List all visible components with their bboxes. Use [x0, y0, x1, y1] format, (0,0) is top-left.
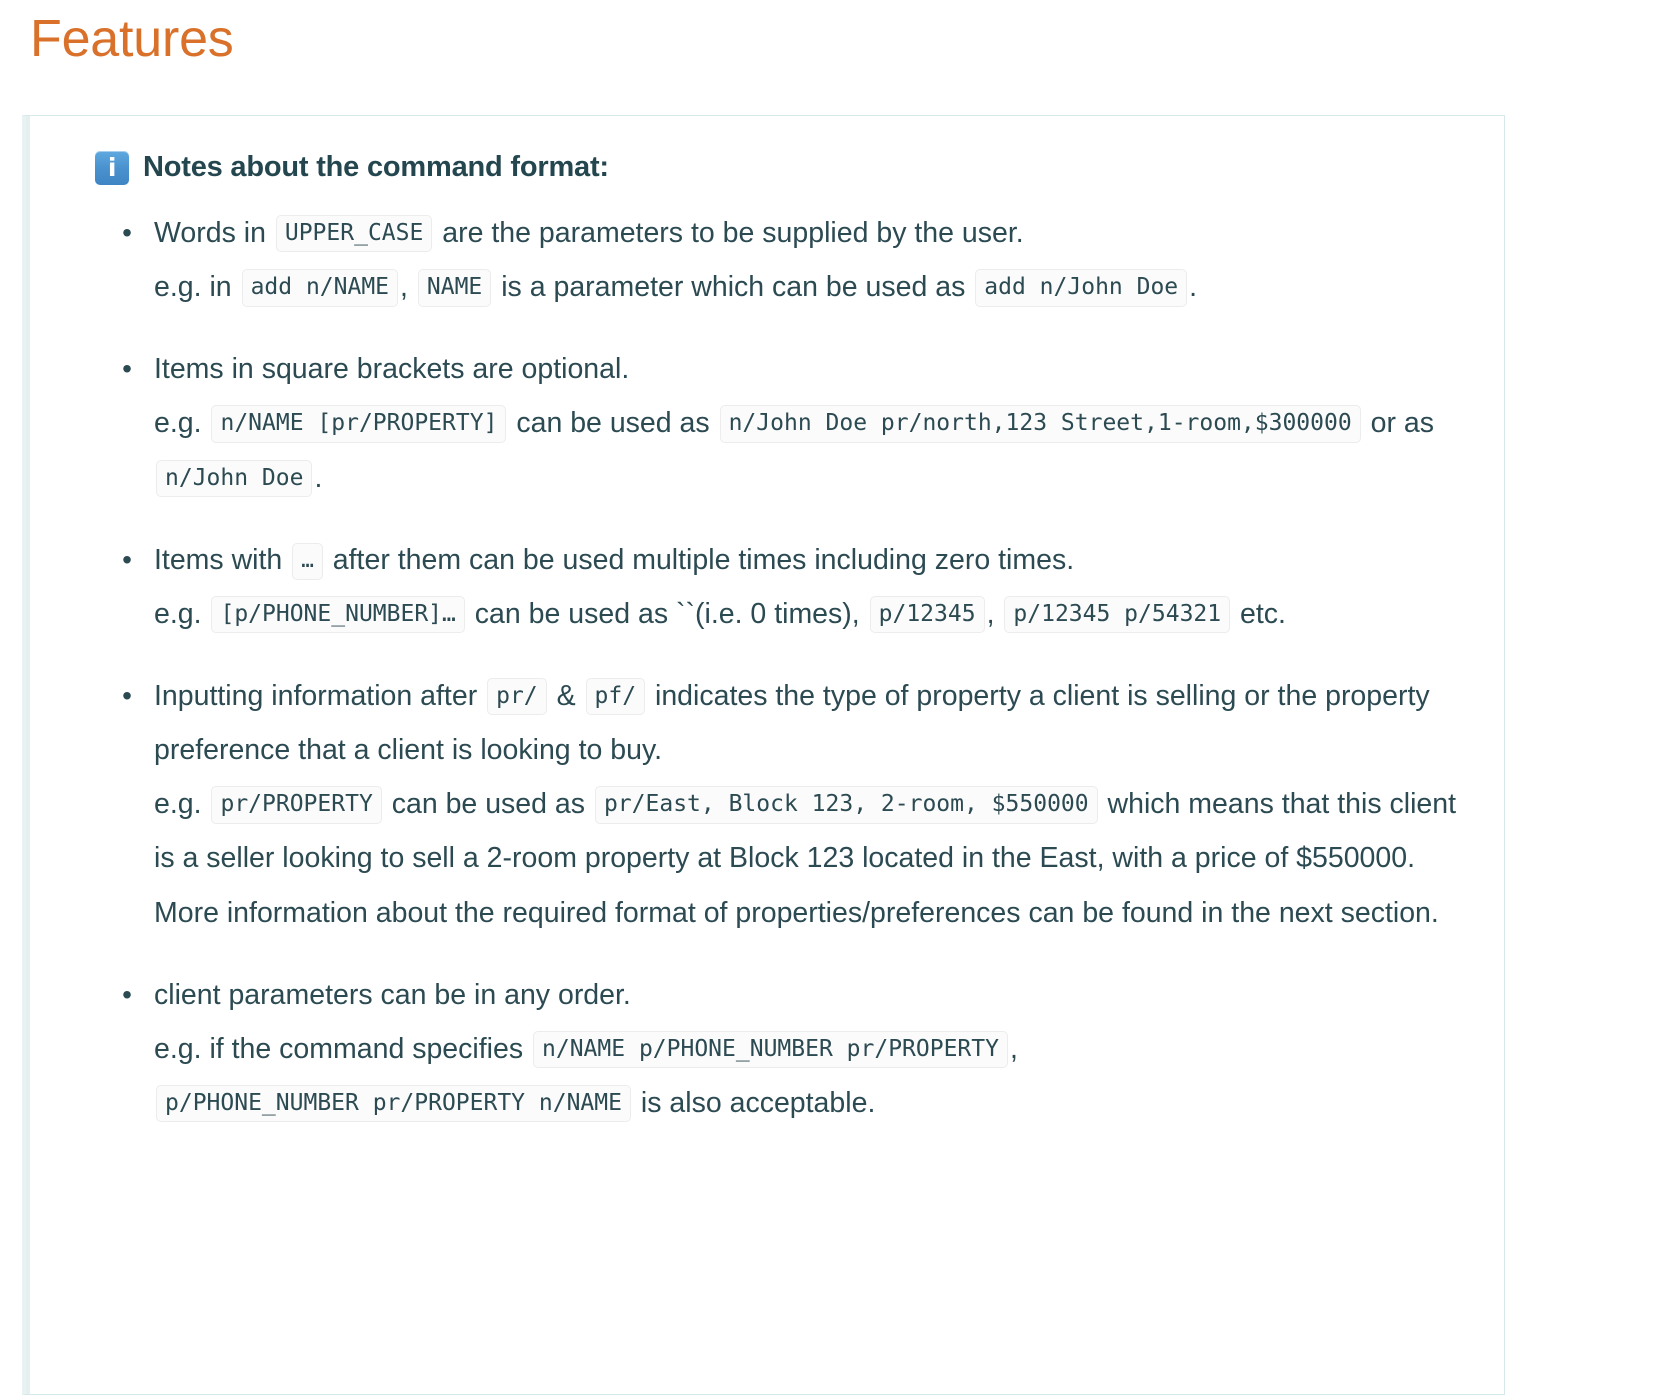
note-text: e.g.: [154, 597, 210, 630]
code-token: add n/John Doe: [975, 269, 1188, 307]
note-text: e.g. in: [154, 271, 240, 304]
note-text: after them can be used multiple times in…: [324, 543, 1075, 576]
note-text: e.g.: [154, 788, 210, 821]
bullet-marker-icon: •: [122, 353, 132, 385]
note-text: More information about the required form…: [154, 896, 1439, 929]
bullet-marker-icon: •: [122, 217, 132, 248]
bullet-marker-icon: •: [122, 978, 132, 1010]
page-title: Features: [30, 10, 234, 68]
code-token: NAME: [417, 269, 492, 307]
info-icon-glyph: i: [107, 152, 117, 182]
callout-heading: i Notes about the command format:: [95, 150, 1464, 185]
note-text: is a parameter which can be used as: [493, 271, 974, 304]
code-token: UPPER_CASE: [275, 215, 433, 253]
code-token: [p/PHONE_NUMBER]…: [211, 595, 465, 634]
code-token: p/12345 p/54321: [1004, 595, 1231, 634]
note-line: e.g. pr/PROPERTY can be used as pr/East,…: [154, 777, 1464, 885]
note-text: Words in: [154, 217, 274, 249]
note-line: e.g. in add n/NAME, NAME is a parameter …: [154, 260, 1464, 314]
note-text: ,: [400, 271, 416, 304]
callout-heading-text: Notes about the command format:: [143, 150, 609, 183]
note-text: ,: [1009, 1032, 1018, 1065]
note-line: More information about the required form…: [154, 886, 1464, 940]
note-line: Items in square brackets are optional.: [154, 342, 1464, 396]
code-token: n/John Doe: [156, 459, 313, 497]
note-item-multiple-times: • Items with … after them can be used mul…: [112, 533, 1464, 641]
note-item-upper-case: • Words in UPPER_CASE are the parameters …: [112, 206, 1464, 314]
code-token: pr/: [487, 677, 547, 716]
note-line: Inputting information after pr/ & pf/ in…: [154, 669, 1464, 777]
note-text: client parameters can be in any order.: [154, 978, 631, 1011]
note-item-any-order: • client parameters can be in any order. e…: [112, 968, 1464, 1130]
note-text: Inputting information after: [154, 679, 486, 712]
note-line: client parameters can be in any order.: [154, 968, 1464, 1022]
note-text: .: [1189, 271, 1198, 304]
note-line: e.g. if the command specifies n/NAME p/P…: [154, 1022, 1464, 1130]
note-text: e.g. if the command specifies: [154, 1032, 532, 1065]
code-token: n/NAME [pr/PROPERTY]: [211, 405, 507, 443]
notes-callout: i Notes about the command format: • Words…: [22, 115, 1505, 1395]
code-token: p/PHONE_NUMBER pr/PROPERTY n/NAME: [156, 1084, 631, 1123]
note-text: are the parameters to be supplied by the…: [434, 217, 1024, 249]
note-item-property-prefixes: • Inputting information after pr/ & pf/ i…: [112, 669, 1464, 940]
note-text: can be used as: [383, 788, 593, 821]
note-text: can be used as ``(i.e. 0 times),: [466, 597, 868, 630]
note-line: Items with … after them can be used mult…: [154, 533, 1464, 587]
note-text: etc.: [1232, 597, 1286, 630]
note-item-optional-brackets: • Items in square brackets are optional. e…: [112, 342, 1464, 504]
note-text: or as: [1362, 407, 1434, 440]
note-line: Words in UPPER_CASE are the parameters t…: [154, 206, 1464, 260]
code-token: p/12345: [869, 595, 985, 634]
note-line: e.g. [p/PHONE_NUMBER]… can be used as ``…: [154, 587, 1464, 641]
info-icon: i: [95, 151, 129, 185]
note-text: ,: [986, 597, 1003, 630]
code-token: pr/East, Block 123, 2-room, $550000: [594, 786, 1098, 824]
code-token: pf/: [585, 677, 646, 716]
bullet-marker-icon: •: [122, 543, 132, 575]
note-text: e.g.: [154, 407, 210, 440]
code-token: pr/PROPERTY: [211, 786, 382, 824]
code-token: n/John Doe pr/north,123 Street,1-room,$3…: [719, 405, 1361, 443]
note-text: Items in square brackets are optional.: [154, 353, 630, 386]
note-text: &: [548, 679, 584, 712]
code-token: add n/NAME: [241, 269, 399, 307]
notes-list: • Words in UPPER_CASE are the parameters …: [70, 206, 1464, 1130]
note-text: .: [314, 461, 323, 494]
callout-accent-rule: [26, 116, 30, 1394]
code-token: …: [292, 542, 323, 580]
code-token: n/NAME p/PHONE_NUMBER pr/PROPERTY: [533, 1030, 1008, 1069]
bullet-marker-icon: •: [122, 679, 132, 711]
note-text: can be used as: [508, 407, 718, 440]
note-line: e.g. n/NAME [pr/PROPERTY] can be used as…: [154, 396, 1464, 504]
note-text: is also acceptable.: [632, 1086, 876, 1119]
note-text: Items with: [154, 543, 291, 576]
